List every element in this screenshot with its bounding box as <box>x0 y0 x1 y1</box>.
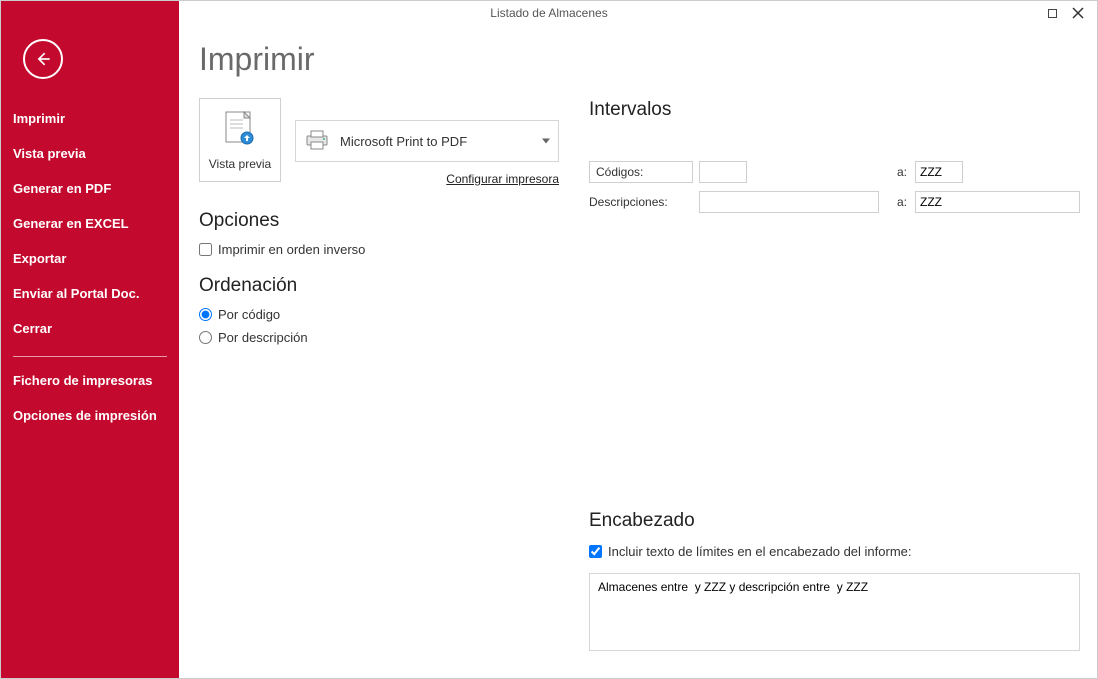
radio-por-codigo-label: Por código <box>218 307 280 322</box>
nav-opciones-impresion[interactable]: Opciones de impresión <box>1 398 179 433</box>
nav-vista-previa[interactable]: Vista previa <box>1 136 179 171</box>
nav-imprimir[interactable]: Imprimir <box>1 101 179 136</box>
opciones-heading: Opciones <box>199 210 559 232</box>
codigos-label-button[interactable]: Códigos: <box>589 161 693 183</box>
back-button[interactable] <box>23 39 63 79</box>
sidebar-separator <box>13 356 167 357</box>
codigos-from-input[interactable] <box>699 161 747 183</box>
reverse-order-checkbox-row[interactable]: Imprimir en orden inverso <box>199 242 559 257</box>
page-title: Imprimir <box>199 41 559 78</box>
descripciones-label: Descripciones: <box>589 191 693 213</box>
nav-enviar-portal[interactable]: Enviar al Portal Doc. <box>1 276 179 311</box>
printer-name: Microsoft Print to PDF <box>340 134 467 149</box>
restore-icon[interactable] <box>1048 9 1057 18</box>
nav-exportar[interactable]: Exportar <box>1 241 179 276</box>
a-label-1: a: <box>885 165 909 179</box>
ordenacion-heading: Ordenación <box>199 275 559 297</box>
radio-por-descripcion-label: Por descripción <box>218 330 308 345</box>
header-text-area[interactable] <box>589 573 1080 651</box>
vista-previa-button[interactable]: Vista previa <box>199 98 281 182</box>
reverse-order-checkbox[interactable] <box>199 243 212 256</box>
close-icon[interactable] <box>1071 6 1085 20</box>
nav-fichero-impresoras[interactable]: Fichero de impresoras <box>1 363 179 398</box>
intervalos-heading: Intervalos <box>589 99 1080 121</box>
radio-por-descripcion[interactable] <box>199 331 212 344</box>
codigos-to-input[interactable] <box>915 161 963 183</box>
descripciones-from-input[interactable] <box>699 191 879 213</box>
a-label-2: a: <box>885 195 909 209</box>
encabezado-heading: Encabezado <box>589 510 1080 532</box>
printer-select[interactable]: Microsoft Print to PDF <box>295 120 559 162</box>
radio-por-descripcion-row[interactable]: Por descripción <box>199 330 559 345</box>
chevron-down-icon <box>542 139 550 144</box>
document-preview-icon <box>223 110 257 151</box>
nav-generar-excel[interactable]: Generar en EXCEL <box>1 206 179 241</box>
include-limits-row[interactable]: Incluir texto de límites en el encabezad… <box>589 544 1080 559</box>
reverse-order-label: Imprimir en orden inverso <box>218 242 365 257</box>
vista-previa-label: Vista previa <box>209 157 271 171</box>
radio-por-codigo-row[interactable]: Por código <box>199 307 559 322</box>
descripciones-to-input[interactable] <box>915 191 1080 213</box>
include-limits-checkbox[interactable] <box>589 545 602 558</box>
sidebar: Imprimir Vista previa Generar en PDF Gen… <box>1 1 179 678</box>
include-limits-label: Incluir texto de límites en el encabezad… <box>608 544 912 559</box>
configurar-impresora-link[interactable]: Configurar impresora <box>295 172 559 186</box>
printer-icon <box>304 129 340 154</box>
radio-por-codigo[interactable] <box>199 308 212 321</box>
nav-cerrar[interactable]: Cerrar <box>1 311 179 346</box>
nav-generar-pdf[interactable]: Generar en PDF <box>1 171 179 206</box>
